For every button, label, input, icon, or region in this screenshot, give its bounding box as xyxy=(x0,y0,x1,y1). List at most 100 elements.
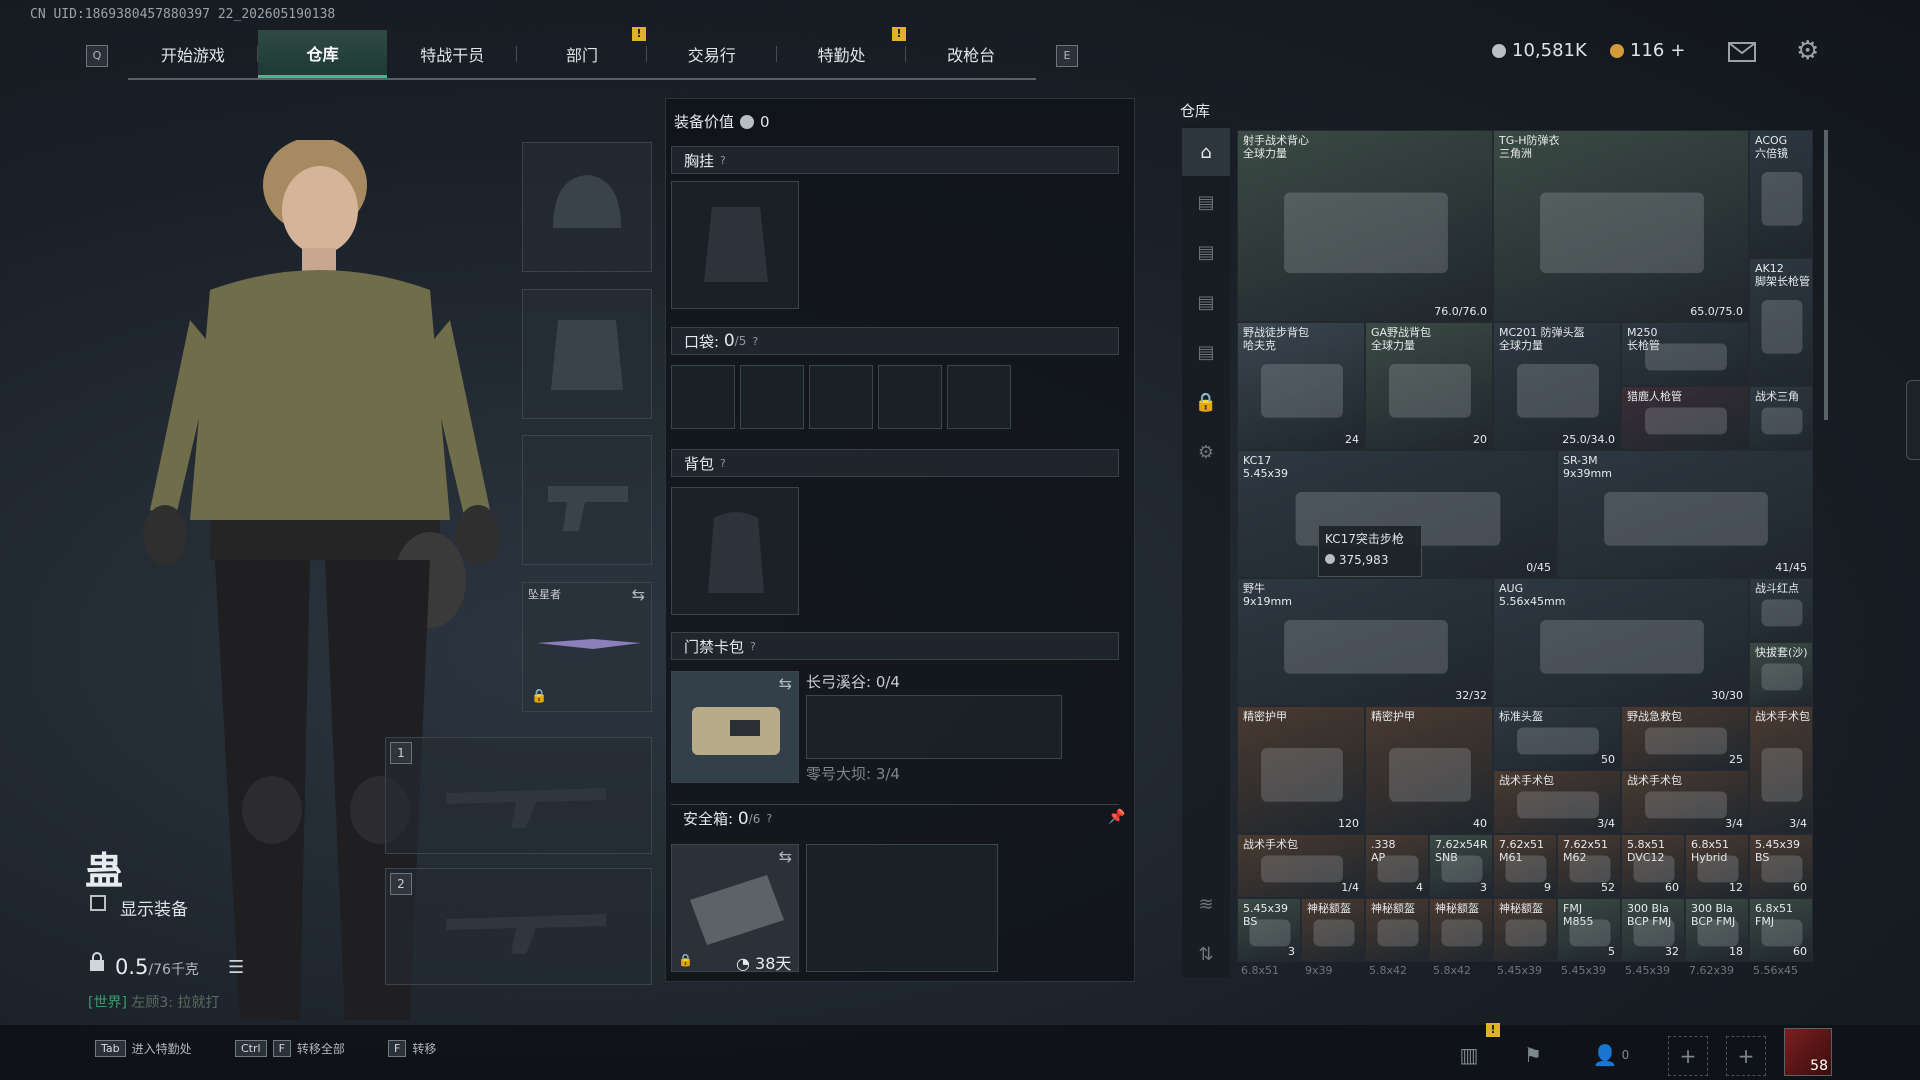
warehouse-item[interactable]: GA野战背包 全球力量 20 xyxy=(1365,322,1493,450)
primary-weapon-slot[interactable]: 1 xyxy=(385,737,652,854)
pocket-slot[interactable] xyxy=(809,365,873,429)
tab-warehouse[interactable]: 仓库 xyxy=(257,30,388,78)
backpack-slot[interactable] xyxy=(671,487,799,615)
warehouse-tab-3[interactable]: ▤ xyxy=(1182,228,1230,276)
melee-slot[interactable]: 坠星者 ⇆ 🔒 xyxy=(522,582,652,712)
warehouse-item[interactable]: 野战徒步背包 哈夫克 24 xyxy=(1237,322,1365,450)
help-icon[interactable]: ? xyxy=(750,640,756,653)
alert-icon: ! xyxy=(632,27,646,41)
nav-right-key[interactable]: E xyxy=(1056,45,1078,67)
warehouse-item[interactable]: 快拔套(沙) xyxy=(1749,642,1813,706)
warehouse-item[interactable]: 6.8x51 Hybrid12 xyxy=(1685,834,1749,898)
add-party-button[interactable]: + xyxy=(1668,1036,1708,1076)
gear-icon[interactable]: ⚙ xyxy=(1182,428,1230,476)
warehouse-item[interactable]: SR-3M 9x39mm 41/45 xyxy=(1557,450,1813,578)
warehouse-tab-4[interactable]: ▤ xyxy=(1182,278,1230,326)
warehouse-scrollbar[interactable] xyxy=(1824,130,1828,420)
keycard-grid[interactable] xyxy=(806,695,1062,759)
warehouse-item[interactable]: 神秘额盔 xyxy=(1365,898,1429,962)
add-party-button[interactable]: + xyxy=(1726,1036,1766,1076)
helmet-slot[interactable] xyxy=(522,142,652,272)
warehouse-item[interactable]: 7.62x51 M6252 xyxy=(1557,834,1621,898)
warehouse-item[interactable]: 野牛 9x19mm 32/32 xyxy=(1237,578,1493,706)
warehouse-item[interactable]: 战术手术包 1/4 xyxy=(1237,834,1365,898)
show-equipment-checkbox[interactable] xyxy=(90,895,106,911)
mail-icon[interactable] xyxy=(1728,42,1756,62)
tab-market[interactable]: 交易行 xyxy=(647,30,777,78)
warehouse-item[interactable]: 5.45x39 BS 3 xyxy=(1237,898,1301,962)
chest-rig-slot[interactable] xyxy=(671,181,799,309)
help-icon[interactable]: ? xyxy=(766,812,772,825)
layers-icon[interactable]: ≋ xyxy=(1182,880,1230,928)
warehouse-item[interactable]: 战斗红点 xyxy=(1749,578,1813,642)
hint-transfer-all[interactable]: Ctrl F 转移全部 xyxy=(235,1040,345,1057)
warehouse-item[interactable]: TG-H防弹衣 三角洲 65.0/75.0 xyxy=(1493,130,1749,322)
pistol-slot[interactable] xyxy=(522,435,652,565)
warehouse-item[interactable]: 6.8x51 FMJ60 xyxy=(1749,898,1813,962)
pin-icon[interactable]: 📌 xyxy=(1108,809,1125,825)
pocket-slot[interactable] xyxy=(740,365,804,429)
warehouse-item[interactable]: AK12 脚架长枪管 xyxy=(1749,258,1813,386)
keycard-case-slot[interactable]: ⇆ xyxy=(671,671,799,783)
flag-icon[interactable]: ⚑ xyxy=(1514,1036,1552,1074)
help-icon[interactable]: ? xyxy=(720,154,726,167)
item-name: 5.45x39 xyxy=(1561,964,1606,977)
item-stat: 12 xyxy=(1729,881,1743,894)
tab-special-ops[interactable]: 特勤处 xyxy=(777,30,907,78)
lock-icon[interactable]: 🔒 xyxy=(1182,378,1230,426)
safebox-grid[interactable] xyxy=(806,844,998,972)
secondary-weapon-slot[interactable]: 2 xyxy=(385,868,652,985)
warehouse-item[interactable]: 战术手术包 3/4 xyxy=(1749,706,1813,834)
tab-department[interactable]: 部门 xyxy=(517,30,647,78)
tab-start-game[interactable]: 开始游戏 xyxy=(128,30,258,78)
warehouse-item[interactable]: 5.45x39 BS 60 xyxy=(1749,834,1813,898)
warehouse-item[interactable]: 精密护甲 40 xyxy=(1365,706,1493,834)
warehouse-item[interactable]: 5.8x51 DVC1260 xyxy=(1621,834,1685,898)
pocket-slot[interactable] xyxy=(671,365,735,429)
pocket-slot[interactable] xyxy=(878,365,942,429)
warehouse-item[interactable]: 战术三角 xyxy=(1749,386,1813,450)
warehouse-item[interactable]: 野战急救包 25 xyxy=(1621,706,1749,770)
warehouse-tab-5[interactable]: ▤ xyxy=(1182,328,1230,376)
warehouse-item[interactable]: 战术手术包 3/4 xyxy=(1621,770,1749,834)
warehouse-item[interactable]: 猎鹿人枪管 xyxy=(1621,386,1749,450)
hint-special-ops[interactable]: Tab 进入特勤处 xyxy=(95,1040,192,1057)
coin-display[interactable]: 116 + xyxy=(1610,40,1685,61)
armor-slot[interactable] xyxy=(522,289,652,419)
tab-operators[interactable]: 特战干员 xyxy=(387,30,518,78)
warehouse-item[interactable]: 300 Bla BCP FMJ18 xyxy=(1685,898,1749,962)
stats-icon[interactable]: ▥ xyxy=(1450,1036,1488,1074)
friends-button[interactable]: 👤 0 xyxy=(1586,1036,1636,1074)
warehouse-item[interactable]: 神秘额盔 xyxy=(1301,898,1365,962)
help-icon[interactable]: ? xyxy=(720,457,726,470)
safebox-slot[interactable]: ⇆ 🔒 ◔ 38天 xyxy=(671,844,799,973)
nav-left-key[interactable]: Q xyxy=(86,45,108,67)
help-icon[interactable]: ? xyxy=(752,335,758,348)
warehouse-item[interactable]: AUG 5.56x45mm 30/30 xyxy=(1493,578,1749,706)
warehouse-item[interactable]: MC201 防弹头盔 全球力量 25.0/34.0 xyxy=(1493,322,1621,450)
add-coin-button[interactable]: + xyxy=(1670,40,1685,61)
tab-gunsmith[interactable]: 改枪台 xyxy=(906,30,1036,78)
hint-transfer[interactable]: F 转移 xyxy=(388,1040,436,1057)
pocket-slot[interactable] xyxy=(947,365,1011,429)
warehouse-item[interactable]: 神秘额盔 xyxy=(1429,898,1493,962)
warehouse-item[interactable]: ACOG 六倍镜 xyxy=(1749,130,1813,258)
warehouse-item[interactable]: 7.62x54R SNB3 xyxy=(1429,834,1493,898)
warehouse-item[interactable]: 300 Bla BCP FMJ32 xyxy=(1621,898,1685,962)
warehouse-item[interactable]: 7.62x51 M619 xyxy=(1493,834,1557,898)
warehouse-item[interactable]: 射手战术背心 全球力量 76.0/76.0 xyxy=(1237,130,1493,322)
warehouse-item[interactable]: .338 AP 4 xyxy=(1365,834,1429,898)
gear-icon[interactable]: ⚙ xyxy=(1796,38,1822,64)
warehouse-tab-2[interactable]: ▤ xyxy=(1182,178,1230,226)
warehouse-item[interactable]: 战术手术包 3/4 xyxy=(1493,770,1621,834)
sort-icon[interactable]: ⇅ xyxy=(1182,930,1230,978)
list-icon[interactable]: ☰ xyxy=(228,957,244,978)
warehouse-item[interactable]: M250 长枪管 xyxy=(1621,322,1749,386)
warehouse-item[interactable]: 神秘额盔 xyxy=(1493,898,1557,962)
warehouse-item[interactable]: 精密护甲 120 xyxy=(1237,706,1365,834)
side-drawer-handle[interactable] xyxy=(1906,380,1920,460)
warehouse-main-tab[interactable]: ⌂ xyxy=(1182,128,1230,176)
warehouse-item[interactable]: FMJ M8555 xyxy=(1557,898,1621,962)
warehouse-item[interactable]: 标准头盔 50 xyxy=(1493,706,1621,770)
avatar[interactable]: 58 xyxy=(1784,1028,1832,1076)
